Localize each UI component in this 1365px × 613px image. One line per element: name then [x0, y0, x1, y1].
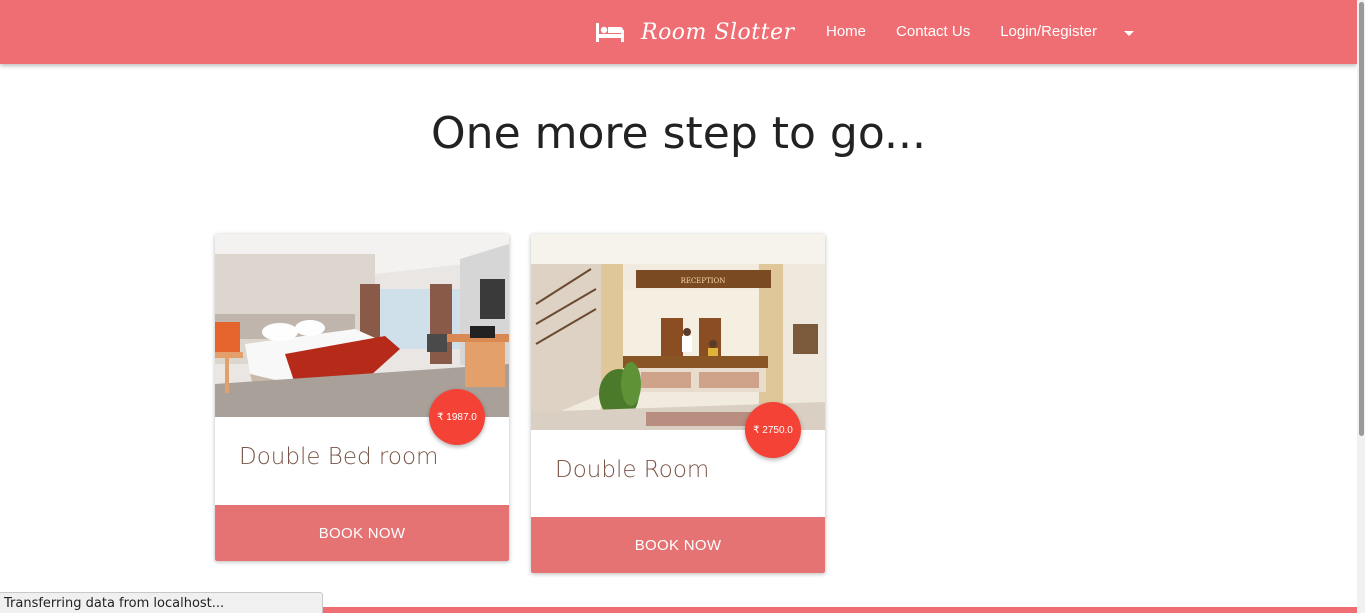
scrollbar-thumb[interactable]: [1359, 2, 1364, 436]
book-now-button[interactable]: BOOK NOW: [215, 505, 509, 561]
brand-name: Room Slotter: [641, 19, 795, 45]
room-card: ₹ 1987.0 Double Bed room BOOK NOW: [215, 234, 509, 561]
browser-status-bar: Transferring data from localhost...: [0, 592, 323, 613]
book-now-button[interactable]: BOOK NOW: [531, 517, 825, 573]
nav-link-home[interactable]: Home: [811, 0, 881, 64]
room-title: Double Room: [555, 457, 710, 483]
room-card: RECEPTION ₹ 2750.0 Double Room BOOK NOW: [531, 234, 825, 573]
page-title: One more step to go...: [431, 108, 926, 159]
page: Room Slotter Home Contact Us Login/Regis…: [0, 0, 1365, 613]
room-image: RECEPTION: [531, 234, 825, 430]
nav-links: Home Contact Us Login/Register: [811, 0, 1134, 64]
nav-link-contact-us[interactable]: Contact Us: [881, 0, 985, 64]
price-badge[interactable]: ₹ 2750.0: [745, 402, 801, 458]
footer-strip: [323, 607, 1357, 613]
bed-icon: [596, 23, 624, 42]
brand-logo-link[interactable]: Room Slotter: [595, 16, 794, 48]
scrollbar[interactable]: [1357, 0, 1365, 613]
reception-photo: RECEPTION: [531, 234, 825, 430]
room-title: Double Bed room: [239, 444, 439, 470]
price-badge[interactable]: ₹ 1987.0: [429, 389, 485, 445]
nav-link-login-register[interactable]: Login/Register: [985, 0, 1112, 64]
caret-down-icon[interactable]: [1123, 30, 1134, 36]
navbar: Room Slotter Home Contact Us Login/Regis…: [0, 0, 1357, 64]
reception-sign-text: RECEPTION: [681, 277, 726, 285]
